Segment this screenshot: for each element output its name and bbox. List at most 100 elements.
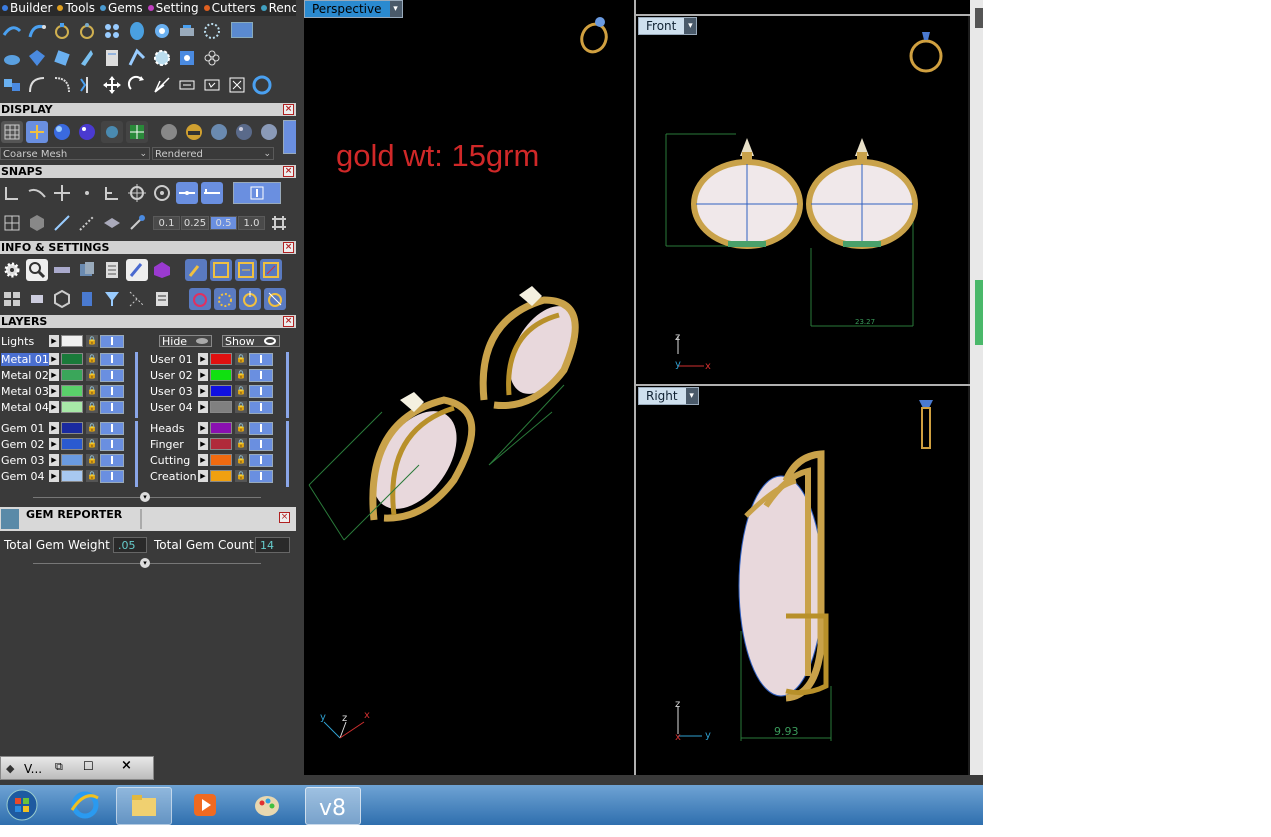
hide-all-button[interactable]: Hide (159, 335, 212, 348)
window-1-icon[interactable] (210, 259, 232, 281)
document-list-icon[interactable] (151, 288, 173, 310)
lock-icon[interactable]: 🔒 (235, 353, 247, 365)
layer-visibility-toggle[interactable] (100, 368, 124, 382)
layer-visibility-toggle[interactable] (100, 469, 124, 483)
front-viewport[interactable]: Front ▾ 23.27 z y x (636, 16, 968, 384)
toolbar-toggle-button[interactable] (231, 22, 253, 38)
layer-color-swatch[interactable] (61, 401, 83, 413)
layer-color-swatch[interactable] (210, 470, 232, 482)
matrix-app-icon[interactable]: v8 (305, 787, 361, 825)
snap-cross-icon[interactable] (51, 182, 73, 204)
snap-grid-settings-icon[interactable] (268, 212, 290, 234)
layer-color-swatch[interactable] (61, 422, 83, 434)
expand-arrow-icon[interactable]: ▶ (198, 401, 208, 413)
layer-color-swatch[interactable] (61, 438, 83, 450)
close-icon[interactable]: × (283, 104, 294, 115)
link-tool-icon[interactable] (176, 74, 198, 96)
expand-arrow-icon[interactable]: ▶ (198, 438, 208, 450)
layer-name[interactable]: Gem 03 (1, 454, 49, 467)
expand-arrow-icon[interactable]: ▶ (198, 422, 208, 434)
snap-plane-icon[interactable] (101, 212, 123, 234)
lock-icon[interactable]: 🔒 (86, 454, 98, 466)
layer-name[interactable]: Creation (150, 470, 198, 483)
gem-reporter-resize-handle[interactable]: ▾ (140, 558, 150, 568)
window-3-icon[interactable] (260, 259, 282, 281)
layer-visibility-toggle[interactable] (100, 400, 124, 414)
grid-display-icon[interactable] (126, 121, 148, 143)
layer-color-swatch[interactable] (210, 353, 232, 365)
notes-icon[interactable] (126, 259, 148, 281)
box-info-icon[interactable] (76, 259, 98, 281)
ring-view-3-icon[interactable] (239, 288, 261, 310)
ring-view-1-icon[interactable] (189, 288, 211, 310)
layer-name[interactable]: User 04 (150, 401, 198, 414)
layer-visibility-toggle[interactable] (100, 421, 124, 435)
scale-tool-icon[interactable] (151, 74, 173, 96)
lock-icon[interactable]: 🔒 (86, 385, 98, 397)
menu-cutters[interactable]: Cutters (202, 0, 259, 16)
layer-color-swatch[interactable] (61, 470, 83, 482)
ring-builder-2-icon[interactable] (76, 20, 98, 42)
layer-name[interactable]: Gem 01 (1, 422, 49, 435)
gear-icon[interactable] (151, 47, 173, 69)
layers-section-header[interactable]: LAYERS × (0, 315, 296, 328)
layer-name[interactable]: Metal 03 (1, 385, 49, 398)
layer-visibility-toggle[interactable] (249, 421, 273, 435)
layer-name[interactable]: Gem 02 (1, 438, 49, 451)
lock-icon[interactable]: 🔒 (86, 369, 98, 381)
close-icon[interactable]: × (283, 166, 294, 177)
layer-color-swatch[interactable] (210, 401, 232, 413)
layer-color-swatch[interactable] (210, 369, 232, 381)
paint-app-icon[interactable] (240, 787, 294, 823)
lights-color-swatch[interactable] (61, 335, 83, 347)
snap-grid-icon[interactable] (101, 182, 123, 204)
snap-center-icon[interactable] (126, 182, 148, 204)
snap-cube-icon[interactable] (26, 212, 48, 234)
close-icon[interactable]: × (121, 758, 132, 773)
layer-name[interactable]: User 01 (150, 353, 198, 366)
layer-color-swatch[interactable] (61, 454, 83, 466)
measure-icon[interactable] (51, 259, 73, 281)
network-icon[interactable] (126, 288, 148, 310)
lock-icon[interactable]: 🔒 (86, 422, 98, 434)
menu-setting[interactable]: Setting (146, 0, 202, 16)
internet-explorer-icon[interactable] (58, 787, 112, 823)
right-scroll-strip[interactable] (970, 0, 983, 785)
report-icon[interactable] (101, 259, 123, 281)
lock-icon[interactable]: 🔒 (86, 335, 98, 347)
snap-toggle-button[interactable] (233, 182, 281, 204)
snap-circle-icon[interactable] (151, 182, 173, 204)
menu-tools[interactable]: Tools (55, 0, 98, 16)
snap-pick-icon[interactable] (126, 212, 148, 234)
layer-color-swatch[interactable] (210, 385, 232, 397)
show-all-button[interactable]: Show (222, 335, 280, 348)
minimized-window[interactable]: ◆ V... ⧉ ☐ × (0, 756, 154, 780)
bail-builder-icon[interactable] (151, 20, 173, 42)
right-viewport[interactable]: Right ▾ 9.93 z x y (636, 386, 968, 775)
sphere-light-icon[interactable] (258, 121, 280, 143)
menu-gems[interactable]: Gems (98, 0, 146, 16)
ring-builder-icon[interactable] (51, 20, 73, 42)
bezier-tool-icon[interactable] (26, 20, 48, 42)
expand-arrow-icon[interactable]: ▶ (198, 470, 208, 482)
layer-visibility-toggle[interactable] (100, 384, 124, 398)
layer-visibility-toggle[interactable] (249, 352, 273, 366)
close-icon[interactable]: × (283, 242, 294, 253)
expand-arrow-icon[interactable]: ▶ (198, 385, 208, 397)
snap-value-0.5[interactable]: 0.5 (210, 216, 237, 230)
snap-grid-2-icon[interactable] (1, 212, 23, 234)
snaps-section-header[interactable]: SNAPS × (0, 165, 296, 178)
layer-name[interactable]: Heads (150, 422, 198, 435)
lock-icon[interactable]: 🔒 (235, 385, 247, 397)
profile-tool-icon[interactable] (51, 47, 73, 69)
start-button[interactable] (2, 787, 42, 823)
snap-curve-icon[interactable] (26, 182, 48, 204)
scissors-icon[interactable] (226, 74, 248, 96)
lock-icon[interactable]: 🔒 (235, 422, 247, 434)
copy-tool-icon[interactable] (201, 74, 223, 96)
expand-arrow-icon[interactable]: ▶ (49, 454, 59, 466)
move-icon[interactable] (101, 74, 123, 96)
screen-icon[interactable] (26, 288, 48, 310)
expand-arrow-icon[interactable]: ▶ (49, 422, 59, 434)
close-icon[interactable]: × (279, 512, 290, 523)
